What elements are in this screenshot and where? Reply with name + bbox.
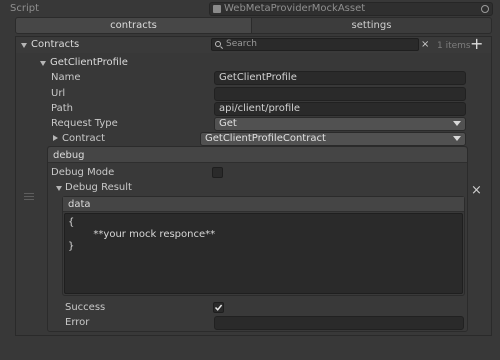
- tab-settings-label: settings: [351, 20, 392, 31]
- debug-header: [48, 147, 467, 163]
- search-input[interactable]: Search: [211, 38, 419, 51]
- data-line-2: **your mock responce**: [68, 229, 216, 240]
- success-checkbox[interactable]: [213, 302, 224, 313]
- script-field[interactable]: WebMetaProviderMockAsset: [209, 2, 493, 16]
- contract-label: Contract: [62, 133, 106, 144]
- data-line-3: }: [68, 241, 75, 252]
- item-title: GetClientProfile: [50, 57, 128, 68]
- request-type-dropdown[interactable]: Get: [214, 117, 466, 131]
- error-label: Error: [65, 317, 90, 328]
- url-label: Url: [51, 88, 66, 99]
- data-header: [63, 197, 464, 212]
- search-clear-icon[interactable]: ×: [421, 39, 429, 51]
- contract-value: GetClientProfileContract: [205, 133, 326, 144]
- debug-result-label: Debug Result: [65, 182, 132, 193]
- script-label: Script: [10, 3, 40, 14]
- url-field[interactable]: [214, 87, 466, 101]
- name-field[interactable]: GetClientProfile: [214, 71, 466, 85]
- data-line-1: {: [68, 217, 75, 228]
- data-title: data: [68, 199, 91, 210]
- debug-result-foldout-icon[interactable]: [56, 186, 62, 191]
- path-label: Path: [51, 103, 73, 114]
- script-asset-icon: [213, 5, 221, 13]
- name-label: Name: [51, 72, 81, 83]
- search-icon-handle: [219, 46, 224, 50]
- debug-title: debug: [53, 150, 85, 161]
- contract-dropdown[interactable]: GetClientProfileContract: [200, 132, 466, 146]
- checkmark-icon: [214, 304, 223, 311]
- items-count: 1 items: [437, 41, 471, 51]
- chevron-down-icon: [453, 136, 461, 141]
- add-item-button[interactable]: +: [470, 36, 483, 52]
- script-value: WebMetaProviderMockAsset: [224, 3, 366, 14]
- tab-contracts-label: contracts: [110, 20, 157, 31]
- tab-contracts[interactable]: contracts: [15, 17, 252, 34]
- error-field[interactable]: [214, 316, 464, 330]
- debug-mode-checkbox[interactable]: [212, 167, 223, 178]
- tab-settings[interactable]: settings: [251, 17, 492, 34]
- contracts-title: Contracts: [31, 39, 80, 50]
- remove-item-icon[interactable]: ×: [471, 184, 482, 197]
- request-type-label: Request Type: [51, 118, 118, 129]
- drag-handle-icon[interactable]: [24, 193, 34, 200]
- item-foldout-icon[interactable]: [40, 61, 46, 66]
- chevron-down-icon: [453, 121, 461, 126]
- debug-mode-label: Debug Mode: [51, 167, 115, 178]
- success-label: Success: [65, 302, 106, 313]
- path-field[interactable]: api/client/profile: [214, 102, 466, 116]
- request-type-value: Get: [219, 118, 237, 129]
- data-textarea[interactable]: { **your mock responce** }: [64, 213, 463, 294]
- contract-foldout-icon[interactable]: [53, 135, 58, 141]
- object-picker-icon[interactable]: [481, 5, 489, 13]
- contracts-foldout-icon[interactable]: [21, 43, 27, 48]
- search-placeholder: Search: [226, 39, 257, 49]
